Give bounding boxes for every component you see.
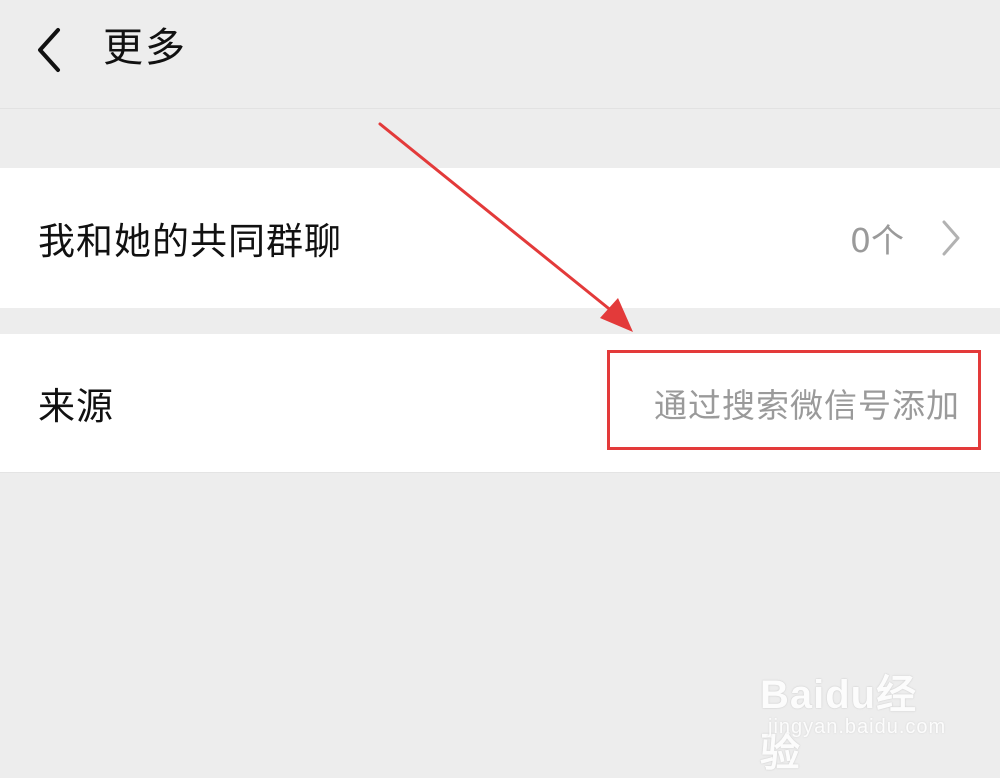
chevron-right-icon bbox=[942, 220, 960, 256]
source-value: 通过搜索微信号添加 bbox=[654, 386, 960, 425]
watermark-brand: Baidu经验 bbox=[760, 673, 918, 775]
source-cell: 来源 通过搜索微信号添加 bbox=[0, 334, 1000, 473]
baidu-watermark: Baidu经验 jingyan.baidu.com bbox=[760, 650, 950, 775]
common-groups-count: 0个 bbox=[850, 221, 904, 260]
nav-bar: 更多 bbox=[0, 0, 1000, 109]
back-button[interactable] bbox=[22, 22, 82, 78]
watermark-url: jingyan.baidu.com bbox=[768, 716, 947, 738]
page-title: 更多 bbox=[103, 25, 187, 71]
common-groups-cell[interactable]: 我和她的共同群聊 0个 bbox=[0, 168, 1000, 308]
common-groups-label: 我和她的共同群聊 bbox=[38, 220, 342, 263]
chevron-left-icon bbox=[38, 28, 60, 72]
source-label: 来源 bbox=[38, 385, 114, 428]
